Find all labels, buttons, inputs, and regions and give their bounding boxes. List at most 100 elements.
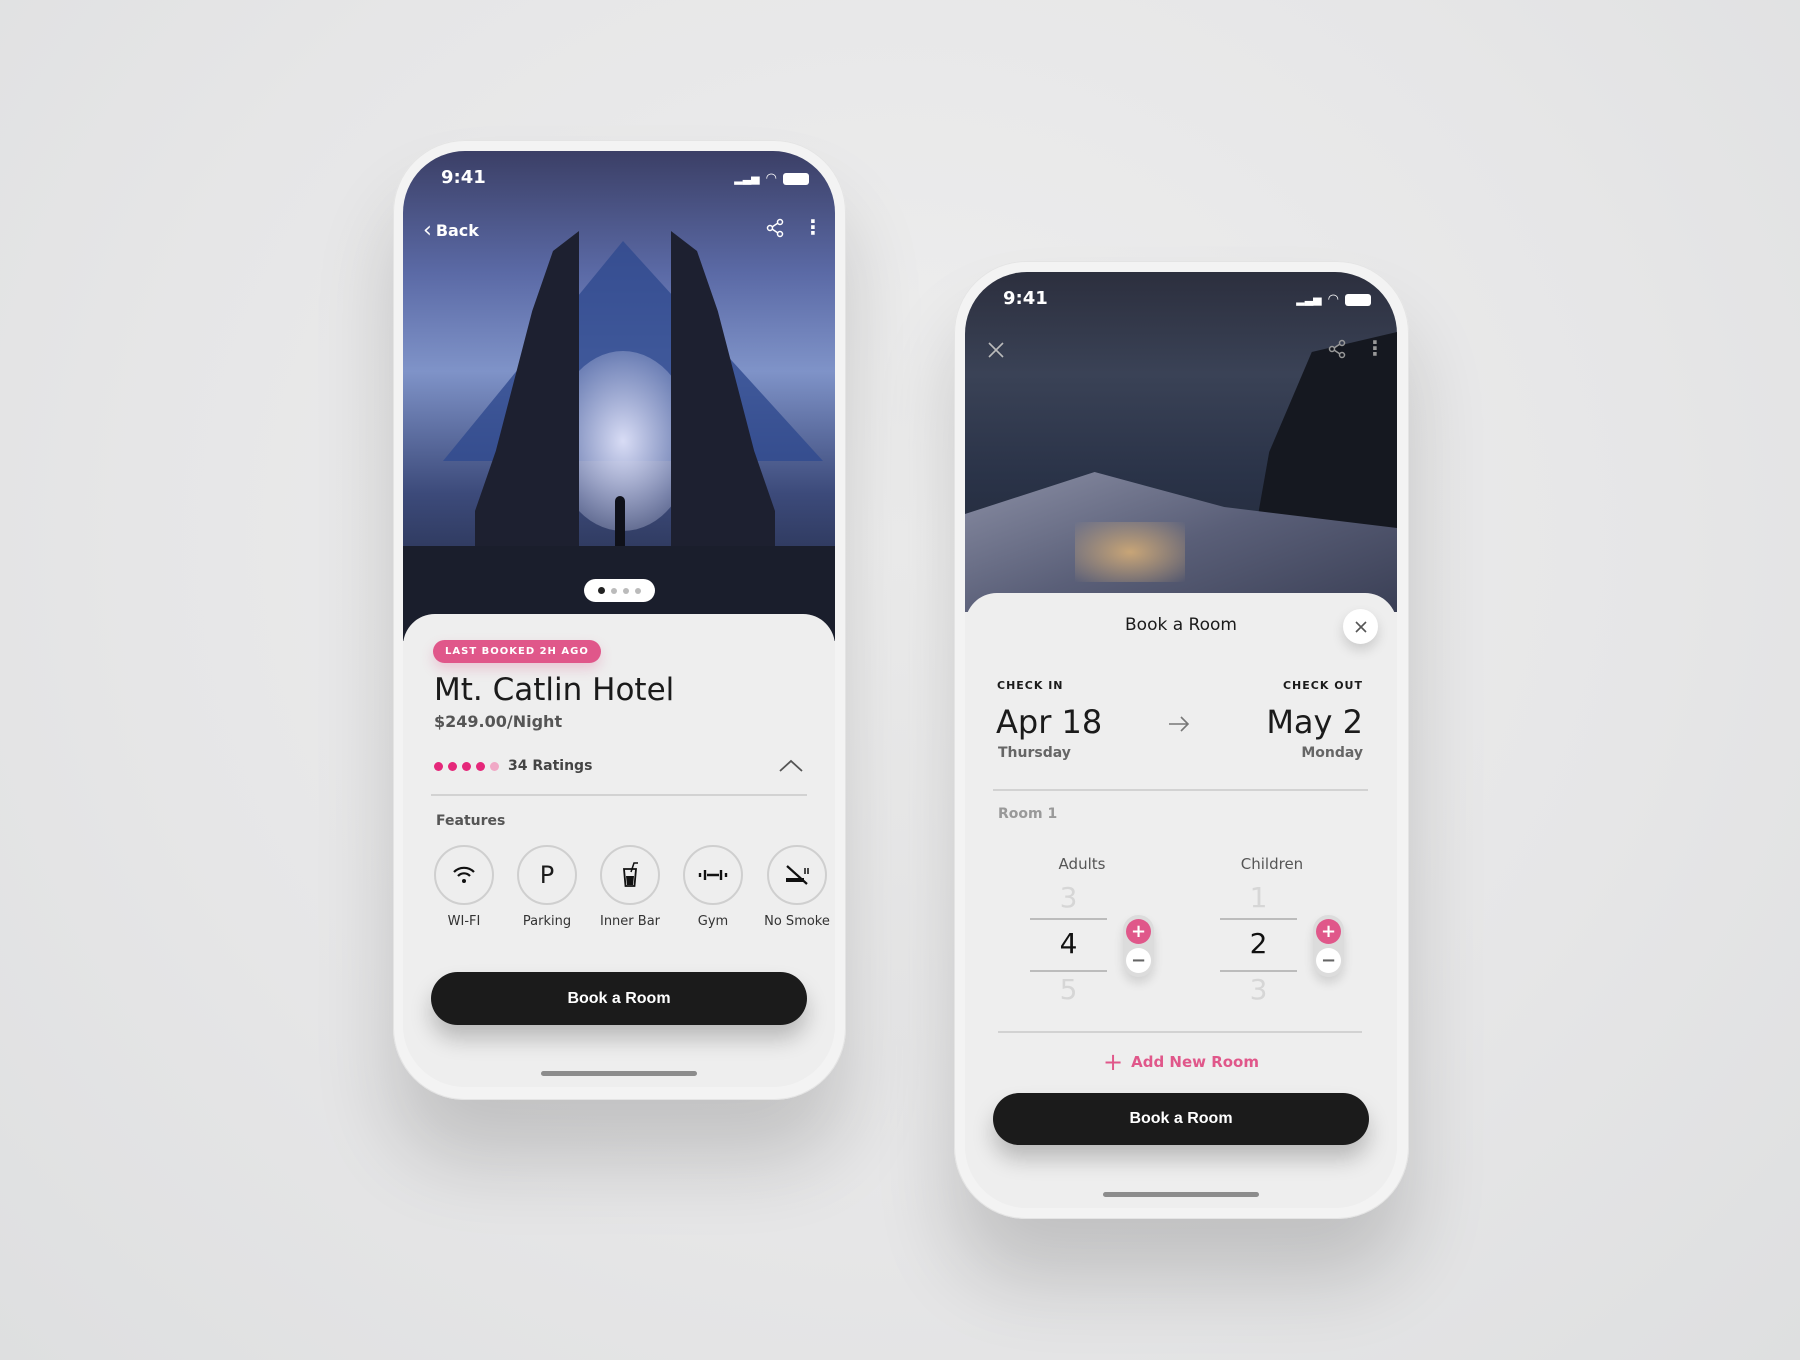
picker-line [1220, 918, 1297, 920]
back-button[interactable]: ‹ Back [423, 218, 479, 243]
carousel-dot-active[interactable] [598, 587, 605, 594]
book-room-button[interactable]: Book a Room [431, 972, 807, 1025]
parking-icon: P [539, 861, 555, 889]
check-in-day: Thursday [998, 745, 1071, 761]
hotel-photo [965, 272, 1397, 612]
check-in-label: CHECK IN [997, 679, 1064, 692]
hotel-price: $249.00/Night [434, 712, 563, 731]
minus-icon: − [1320, 949, 1337, 971]
lamp-glow [1075, 522, 1185, 582]
plus-icon: + [1102, 1048, 1124, 1076]
children-decrement-button[interactable]: − [1316, 948, 1341, 973]
ratings-count: 34 Ratings [508, 758, 593, 774]
drink-icon [623, 862, 638, 887]
divider [998, 1031, 1362, 1033]
children-prev-value[interactable]: 1 [1220, 881, 1297, 914]
last-booked-badge: LAST BOOKED 2H AGO [433, 640, 601, 663]
children-stepper: + − [1313, 915, 1344, 977]
home-indicator [1103, 1192, 1259, 1197]
rating-dot-filled [462, 761, 471, 771]
back-label: Back [435, 221, 479, 240]
divider [431, 794, 807, 796]
feature-wifi[interactable] [434, 845, 494, 905]
feature-label: Gym [697, 914, 729, 929]
close-icon[interactable] [987, 341, 1005, 359]
adults-increment-button[interactable]: + [1126, 919, 1151, 944]
check-out-label: CHECK OUT [1282, 679, 1363, 692]
cliff [1255, 332, 1397, 532]
wifi-status-icon: ◠ [1327, 292, 1339, 307]
booking-screen: 9:41 ▂▃▅ ◠ ⋮ Book a Room CHECK IN Apr 18… [965, 272, 1397, 1208]
status-time: 9:41 [1003, 288, 1048, 309]
features-label: Features [436, 813, 506, 829]
carousel-dot[interactable] [623, 587, 629, 594]
carousel-indicator[interactable] [584, 579, 655, 602]
picker-line [1030, 970, 1107, 972]
sheet-title: Book a Room [1125, 615, 1237, 635]
share-icon[interactable] [1327, 339, 1347, 359]
battery-icon [783, 172, 809, 185]
hotel-title: Mt. Catlin Hotel [434, 672, 675, 708]
status-icons: ▂▃▅ ◠ [734, 171, 809, 186]
close-sheet-button[interactable] [1343, 609, 1378, 644]
rating-row[interactable]: 34 Ratings [434, 758, 592, 774]
feature-inner-bar[interactable] [600, 845, 660, 905]
children-label: Children [1240, 855, 1304, 873]
feature-parking[interactable]: P [517, 845, 577, 905]
signal-icon: ▂▃▅ [734, 172, 760, 185]
feature-gym[interactable] [683, 845, 743, 905]
picker-line [1030, 918, 1107, 920]
carousel-dot[interactable] [611, 587, 617, 594]
picker-line [1220, 970, 1297, 972]
hotel-detail-screen: 9:41 ▂▃▅ ◠ ‹ Back ⋮ LAST BOOKED 2H AGO M… [403, 151, 835, 1087]
feature-no-smoke[interactable] [767, 845, 827, 905]
adults-label: Adults [1058, 855, 1106, 873]
feature-label: Parking [522, 914, 572, 929]
person-silhouette [615, 496, 625, 546]
check-out-day: Monday [1301, 745, 1363, 761]
adults-prev-value[interactable]: 3 [1030, 881, 1107, 914]
chevron-up-icon[interactable] [779, 759, 803, 773]
wifi-status-icon: ◠ [765, 171, 777, 186]
feature-label: Inner Bar [599, 914, 661, 929]
rating-dot-filled [448, 761, 457, 771]
hotel-detail-phone: 9:41 ▂▃▅ ◠ ‹ Back ⋮ LAST BOOKED 2H AGO M… [393, 140, 846, 1100]
hotel-info-card: LAST BOOKED 2H AGO Mt. Catlin Hotel $249… [403, 614, 835, 1087]
children-next-value[interactable]: 3 [1220, 973, 1297, 1006]
check-out-date[interactable]: May 2 [1266, 703, 1363, 741]
room-label: Room 1 [998, 806, 1058, 822]
adults-next-value[interactable]: 5 [1030, 973, 1107, 1006]
carousel-dot[interactable] [635, 587, 641, 594]
rating-dot-empty [490, 761, 499, 771]
dumbbell-icon [698, 870, 728, 880]
rating-dot-filled [476, 761, 485, 771]
booking-sheet: Book a Room CHECK IN Apr 18 Thursday CHE… [965, 593, 1397, 1208]
adults-value[interactable]: 4 [1030, 927, 1107, 960]
status-time: 9:41 [441, 167, 486, 188]
adults-stepper: + − [1123, 915, 1154, 977]
divider [993, 789, 1368, 791]
feature-label: WI-FI [447, 914, 481, 929]
share-icon[interactable] [765, 218, 785, 238]
more-options-icon[interactable]: ⋮ [803, 215, 823, 239]
check-in-date[interactable]: Apr 18 [996, 703, 1102, 741]
close-icon [1354, 620, 1367, 633]
add-room-button[interactable]: + Add New Room [965, 1048, 1397, 1076]
home-indicator [541, 1071, 697, 1076]
plus-icon: + [1320, 920, 1337, 942]
children-increment-button[interactable]: + [1316, 919, 1341, 944]
rating-dot-filled [434, 761, 443, 771]
arrow-right-icon [1169, 716, 1190, 732]
add-room-label: Add New Room [1131, 1053, 1259, 1071]
minus-icon: − [1130, 949, 1147, 971]
wifi-icon [453, 866, 475, 883]
more-options-icon[interactable]: ⋮ [1365, 336, 1385, 360]
feature-label: No Smoke [764, 914, 830, 929]
children-value[interactable]: 2 [1220, 927, 1297, 960]
book-room-button[interactable]: Book a Room [993, 1093, 1369, 1145]
battery-icon [1345, 293, 1371, 306]
adults-decrement-button[interactable]: − [1126, 948, 1151, 973]
no-smoking-icon [786, 865, 809, 885]
plus-icon: + [1130, 920, 1147, 942]
signal-icon: ▂▃▅ [1296, 293, 1322, 306]
